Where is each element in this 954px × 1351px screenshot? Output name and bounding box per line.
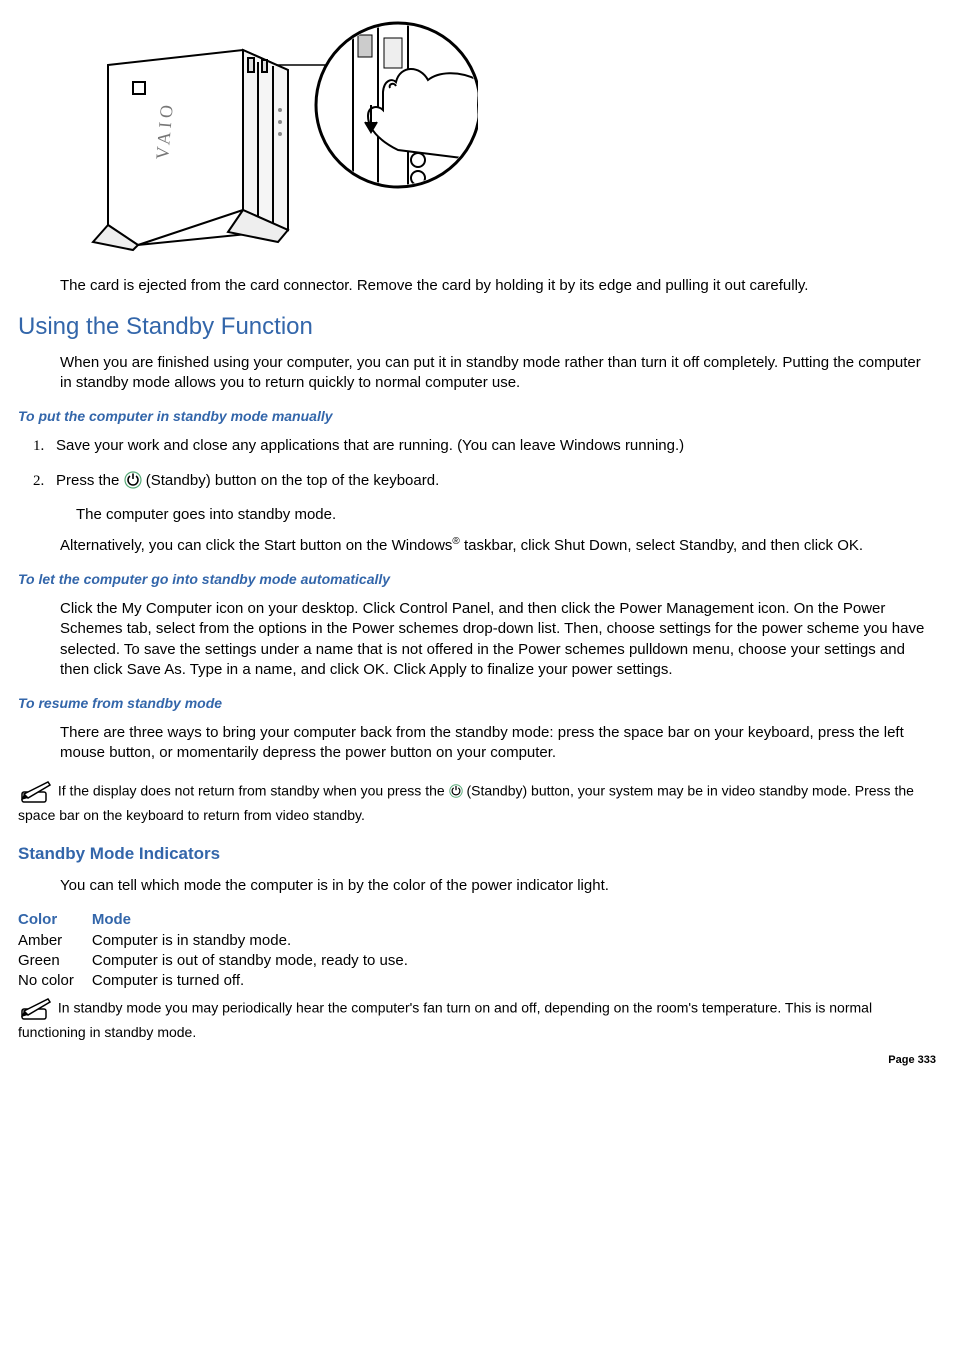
cell-color: Green — [18, 951, 92, 971]
auto-standby-paragraph: Click the My Computer icon on your deskt… — [60, 599, 936, 680]
note2-text: In standby mode you may periodically hea… — [18, 1000, 872, 1040]
step-1: Save your work and close any application… — [48, 436, 936, 456]
eject-paragraph: The card is ejected from the card connec… — [60, 276, 936, 296]
standby-icon — [124, 471, 142, 489]
indicators-intro: You can tell which mode the computer is … — [60, 876, 936, 896]
note-pencil-icon — [18, 778, 52, 806]
step-2-post: (Standby) button on the top of the keybo… — [146, 472, 440, 489]
note-fan: In standby mode you may periodically hea… — [18, 995, 936, 1043]
step-2-text: Press the (Standby) button on the top of… — [56, 472, 439, 489]
step-1-text: Save your work and close any application… — [56, 437, 684, 454]
page-number: Page 333 — [18, 1053, 936, 1068]
cell-color: No color — [18, 971, 92, 991]
cell-mode: Computer is out of standby mode, ready t… — [92, 951, 426, 971]
indicator-table: Color Mode Amber Computer is in standby … — [18, 910, 426, 991]
subhead-auto-standby: To let the computer go into standby mode… — [18, 570, 936, 589]
heading-indicators: Standby Mode Indicators — [18, 843, 936, 866]
step-2: Press the (Standby) button on the top of… — [48, 471, 936, 491]
registered-symbol: ® — [452, 536, 459, 547]
cell-mode: Computer is turned off. — [92, 971, 426, 991]
alt-post: taskbar, click Shut Down, select Standby… — [460, 537, 863, 554]
alt-method-paragraph: Alternatively, you can click the Start b… — [60, 535, 936, 556]
note-video-standby: If the display does not return from stan… — [18, 778, 936, 826]
table-header-row: Color Mode — [18, 910, 426, 930]
section-heading-standby: Using the Standby Function — [18, 311, 936, 343]
subhead-resume-standby: To resume from standby mode — [18, 694, 936, 713]
standby-icon-small — [449, 784, 463, 798]
step-2-pre: Press the — [56, 472, 124, 489]
col-header-mode: Mode — [92, 910, 426, 930]
step-2-result: The computer goes into standby mode. — [76, 505, 936, 525]
standby-intro-paragraph: When you are finished using your compute… — [60, 353, 936, 394]
eject-card-illustration: VAIO — [78, 10, 936, 266]
col-header-color: Color — [18, 910, 92, 930]
cell-mode: Computer is in standby mode. — [92, 931, 426, 951]
desktop-eject-diagram-svg: VAIO — [78, 10, 478, 260]
note1-pre: If the display does not return from stan… — [58, 782, 449, 798]
table-row: Amber Computer is in standby mode. — [18, 931, 426, 951]
alt-pre: Alternatively, you can click the Start b… — [60, 537, 452, 554]
table-row: No color Computer is turned off. — [18, 971, 426, 991]
cell-color: Amber — [18, 931, 92, 951]
resume-paragraph: There are three ways to bring your compu… — [60, 723, 936, 764]
subhead-manual-standby: To put the computer in standby mode manu… — [18, 407, 936, 426]
table-row: Green Computer is out of standby mode, r… — [18, 951, 426, 971]
manual-standby-steps: Save your work and close any application… — [48, 436, 936, 491]
note-pencil-icon — [18, 995, 52, 1023]
